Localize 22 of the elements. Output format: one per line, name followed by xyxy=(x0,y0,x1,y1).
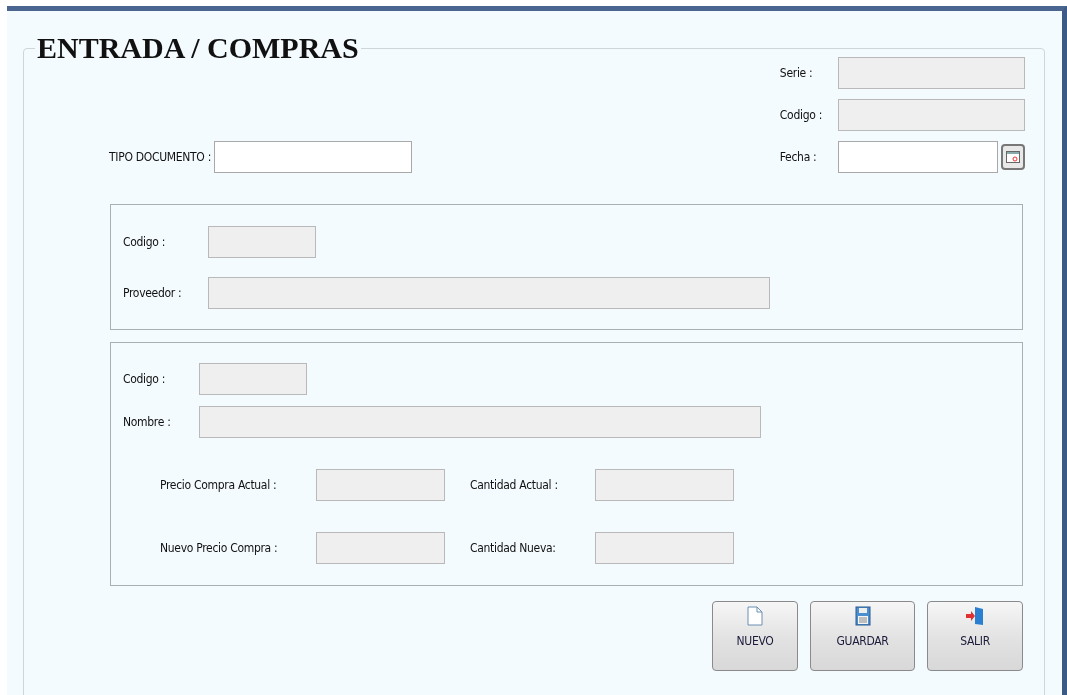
field-label: Precio Compra Actual : xyxy=(160,478,277,492)
calendar-icon xyxy=(1006,151,1020,163)
field-label: Fecha : xyxy=(779,150,818,164)
save-button[interactable]: GUARDAR xyxy=(810,601,915,671)
field-label: Nombre : xyxy=(123,415,171,429)
field-label: Proveedor : xyxy=(123,286,182,300)
date-field[interactable] xyxy=(838,141,998,173)
field-label: Serie : xyxy=(779,66,814,80)
exit-button[interactable]: SALIR xyxy=(927,601,1023,671)
new-button[interactable]: NUEVO xyxy=(712,601,798,671)
field-label: Codigo : xyxy=(123,235,166,249)
form-title: ENTRADA / COMPRAS xyxy=(36,31,360,65)
field-label: Codigo : xyxy=(123,372,166,386)
field-label: Nuevo Precio Compra : xyxy=(160,541,278,555)
document-icon xyxy=(747,606,763,626)
text-field[interactable] xyxy=(214,141,413,173)
exit-door-icon xyxy=(965,606,985,626)
field-label: Cantidad Nueva: xyxy=(470,541,556,555)
field-label: Codigo : xyxy=(779,108,822,122)
calendar-button[interactable] xyxy=(1001,144,1025,170)
field-label: TIPO DOCUMENTO : xyxy=(109,150,212,164)
field-label: Cantidad Actual : xyxy=(470,478,558,492)
